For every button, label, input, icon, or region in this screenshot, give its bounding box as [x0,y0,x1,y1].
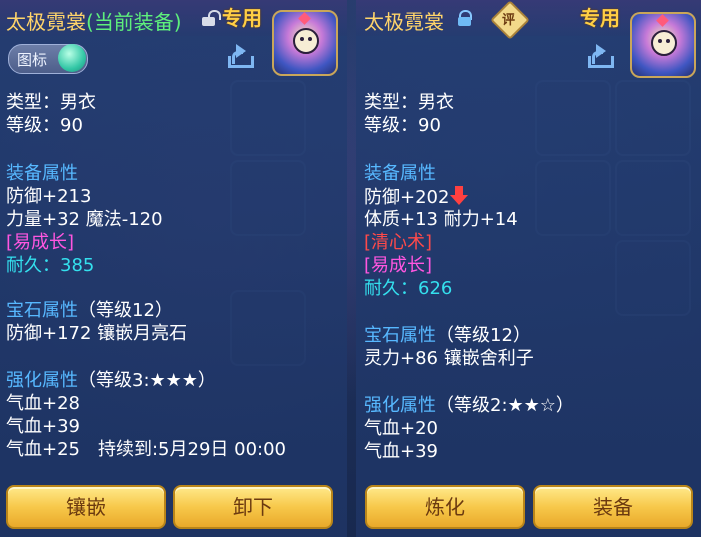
attr-line: 防御+202 [364,186,469,209]
decrease-arrow-icon [450,186,469,206]
growth-tag: [易成长] [6,232,75,253]
item-name: 太极霓裳(当前装备) [6,10,182,34]
current-equipped-tag: (当前装备) [86,10,182,34]
lock-icon[interactable] [458,10,472,26]
gem-attr-title: 宝石属性（等级12） [6,300,173,321]
exclusive-badge: 专用 [580,6,620,30]
exclusive-badge: 专用 [222,6,262,30]
item-type: 类型：男衣 [6,92,96,113]
unequip-button[interactable]: 卸下 [173,485,333,529]
enhance-line: 气血+39 [6,416,80,437]
enhance-line: 气血+20 [364,418,438,439]
item-level: 等级：90 [6,115,83,136]
rating-label: 评 [502,13,516,28]
equip-attr-title: 装备属性 [364,163,436,184]
durability: 耐久：626 [364,278,453,299]
unlock-icon[interactable] [202,10,221,26]
enhance-line: 气血+39 [364,441,438,462]
item-icon [630,12,696,78]
item-type: 类型：男衣 [364,92,454,113]
growth-tag: [易成长] [364,255,433,276]
icon-toggle-label: 图标 [17,51,48,69]
toggle-knob-icon [58,44,86,72]
item-icon [272,10,338,76]
gem-attr-line: 灵力+86 镶嵌舍利子 [364,348,534,369]
attr-line: 力量+32 魔法-120 [6,209,163,230]
enhance-line: 气血+25 持续到:5月29日 00:00 [6,439,287,460]
enhance-line: 气血+28 [6,393,80,414]
item-level: 等级：90 [364,115,441,136]
share-icon[interactable] [588,44,616,68]
attr-line: 体质+13 耐力+14 [364,209,518,230]
equip-attr-title: 装备属性 [6,163,78,184]
enhance-attr-title: 强化属性（等级3:★★★） [6,370,216,391]
icon-toggle[interactable]: 图标 [8,44,88,74]
share-icon[interactable] [228,44,256,68]
equip-button[interactable]: 装备 [533,485,693,529]
refine-button[interactable]: 炼化 [365,485,525,529]
attr-line: 防御+213 [6,186,92,207]
special-skill-tag: [清心术] [364,232,433,253]
durability: 耐久：385 [6,255,95,276]
equipped-item-panel: 太极霓裳(当前装备) 专用 图标 类型：男衣 等级：90 装备属性 防御+213… [0,0,347,537]
item-name: 太极霓裳 [364,10,444,34]
gem-attr-line: 防御+172 镶嵌月亮石 [6,323,188,344]
gem-attr-title: 宝石属性（等级12） [364,325,531,346]
inlay-button[interactable]: 镶嵌 [6,485,166,529]
compare-item-panel: 太极霓裳 专用 类型：男衣 等级：90 装备属性 防御+202 体质+13 耐力… [356,0,701,537]
enhance-attr-title: 强化属性（等级2:★★☆） [364,395,574,416]
